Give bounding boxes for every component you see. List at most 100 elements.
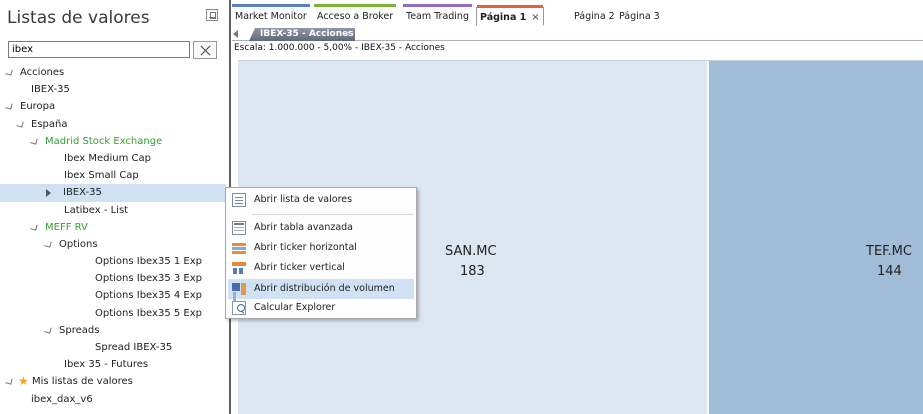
star-icon: ★ bbox=[18, 374, 29, 389]
tree-node[interactable]: ★ Mis listas de valores bbox=[0, 373, 226, 390]
tab-team-trading[interactable]: Team Trading bbox=[403, 4, 472, 26]
tree-node-label: Ibex Medium Cap bbox=[64, 152, 151, 164]
tree-node-label: Options Ibex35 4 Exp bbox=[95, 290, 202, 302]
tree-node[interactable]: IBEX-35 bbox=[0, 81, 226, 98]
menu-item-label: Abrir tabla avanzada bbox=[254, 222, 354, 233]
menu-separator bbox=[252, 214, 414, 215]
menu-item-distribucion-volumen[interactable]: Abrir distribución de volumen bbox=[228, 279, 414, 299]
tree-node[interactable]: Madrid Stock Exchange bbox=[0, 133, 226, 150]
tab-market-monitor[interactable]: Market Monitor bbox=[232, 4, 310, 26]
menu-item-ticker-horizontal[interactable]: Abrir ticker horizontal bbox=[228, 238, 414, 258]
tree-node-label: Options bbox=[59, 238, 98, 250]
tree-node[interactable]: Latibex - List bbox=[0, 202, 226, 219]
tree-node-label: Options Ibex35 3 Exp bbox=[95, 273, 202, 285]
tree-node-label: Acciones bbox=[20, 67, 65, 78]
tile-tef-mc[interactable]: TEF.MC 144 bbox=[708, 61, 923, 414]
tab-label: Team Trading bbox=[406, 11, 469, 22]
tree-node[interactable]: España bbox=[0, 116, 226, 133]
tree-node-label: España bbox=[31, 118, 68, 130]
tree-node-label: Ibex Small Cap bbox=[64, 170, 139, 182]
menu-item-abrir-lista[interactable]: Abrir lista de valores bbox=[228, 190, 414, 210]
tree-node-label: Ibex 35 - Futures bbox=[64, 359, 149, 371]
expanded-arrow-icon[interactable] bbox=[30, 137, 38, 145]
panel-title: Listas de valores bbox=[7, 8, 150, 28]
tile-value: 183 bbox=[460, 264, 485, 279]
value-list-tree: Acciones IBEX-35 Europa España Madrid Stock … bbox=[0, 64, 226, 408]
tab-label: Market Monitor bbox=[235, 11, 307, 22]
tab-pagina-2[interactable]: Página 2 bbox=[571, 7, 618, 26]
tile-value: 144 bbox=[877, 264, 902, 279]
tree-node-label: Madrid Stock Exchange bbox=[45, 135, 163, 147]
expanded-arrow-icon[interactable] bbox=[5, 68, 13, 76]
tree-node[interactable]: Acciones bbox=[0, 64, 226, 81]
tree-node-label: Mis listas de valores bbox=[32, 376, 133, 388]
menu-item-label: Abrir distribución de volumen bbox=[254, 283, 395, 294]
tab-pagina-1[interactable]: Página 1 × bbox=[476, 5, 544, 26]
tab-label: Página 1 bbox=[480, 12, 527, 23]
tab-acceso-a-broker[interactable]: Acceso a Broker bbox=[314, 4, 397, 26]
expanded-arrow-icon[interactable] bbox=[16, 119, 24, 128]
collapsed-arrow-icon[interactable] bbox=[46, 189, 51, 198]
menu-item-label: Abrir lista de valores bbox=[254, 194, 353, 205]
horizontal-ticker-icon bbox=[232, 241, 246, 255]
tree-node-label: MEFF RV bbox=[45, 221, 88, 233]
tree-node-label: Spread IBEX-35 bbox=[95, 342, 173, 353]
tree-node[interactable]: Options bbox=[0, 236, 226, 253]
workspace-tabbar: Market Monitor Acceso a Broker Team Trad… bbox=[232, 0, 923, 28]
menu-item-abrir-tabla[interactable]: Abrir tabla avanzada bbox=[228, 218, 414, 238]
tree-node[interactable]: Options Ibex35 3 Exp bbox=[0, 270, 226, 287]
pin-icon[interactable] bbox=[206, 9, 218, 21]
tab-color-strip bbox=[477, 5, 543, 8]
search-input[interactable] bbox=[8, 41, 190, 58]
tile-ticker: SAN.MC bbox=[445, 244, 497, 259]
expanded-arrow-icon[interactable] bbox=[5, 102, 13, 111]
tab-label: Página 2 bbox=[574, 11, 615, 22]
table-icon bbox=[232, 221, 246, 235]
document-tabstrip: IBEX-35 - Acciones × bbox=[232, 27, 923, 41]
tab-color-strip bbox=[403, 4, 472, 7]
expanded-arrow-icon[interactable] bbox=[5, 377, 13, 386]
tab-pagina-3[interactable]: Página 3 bbox=[616, 7, 663, 26]
context-menu: Abrir lista de valores Abrir tabla avanz… bbox=[225, 187, 417, 319]
tree-node[interactable]: Ibex Medium Cap bbox=[0, 150, 226, 167]
tree-node-label: Spreads bbox=[59, 324, 100, 336]
tree-node[interactable]: Spreads bbox=[0, 322, 226, 339]
expanded-arrow-icon[interactable] bbox=[30, 223, 38, 231]
menu-item-ticker-vertical[interactable]: Abrir ticker vertical bbox=[228, 258, 414, 278]
tree-node[interactable]: IBEX-35 bbox=[0, 184, 226, 202]
explorer-icon bbox=[232, 301, 246, 315]
vertical-ticker-icon bbox=[232, 261, 246, 275]
tree-node-label: ibex_dax_v6 bbox=[31, 393, 93, 405]
tree-node-label: Latibex - List bbox=[64, 204, 129, 216]
value-lists-panel: Listas de valores Acciones IBEX-35 Europa E… bbox=[0, 0, 226, 414]
menu-item-label: Calcular Explorer bbox=[254, 302, 336, 313]
tree-node[interactable]: MEFF RV bbox=[0, 219, 226, 236]
tree-node[interactable]: ibex_dax_v6 bbox=[0, 391, 226, 408]
tree-node[interactable]: Options Ibex35 1 Exp bbox=[0, 253, 226, 270]
tree-node-label: IBEX-35 bbox=[63, 187, 102, 199]
close-icon bbox=[199, 44, 212, 57]
volume-distribution-icon bbox=[232, 282, 246, 296]
tab-label: Acceso a Broker bbox=[317, 11, 394, 22]
tree-node[interactable]: Spread IBEX-35 bbox=[0, 339, 226, 356]
menu-item-label: Abrir ticker vertical bbox=[254, 262, 345, 273]
tree-node[interactable]: Ibex 35 - Futures bbox=[0, 356, 226, 373]
tree-node[interactable]: Europa bbox=[0, 98, 226, 115]
tab-close-icon[interactable]: × bbox=[531, 12, 539, 23]
document-tab-label: IBEX-35 - Acciones bbox=[260, 29, 354, 39]
menu-item-calcular-explorer[interactable]: Calcular Explorer bbox=[228, 298, 414, 318]
expanded-arrow-icon[interactable] bbox=[44, 240, 52, 248]
document-tab-ibex35-acciones[interactable]: IBEX-35 - Acciones × bbox=[249, 28, 355, 41]
tree-node[interactable]: Options Ibex35 5 Exp bbox=[0, 305, 226, 322]
tree-node-label: Options Ibex35 5 Exp bbox=[95, 307, 202, 319]
expanded-arrow-icon[interactable] bbox=[44, 326, 52, 334]
tree-node[interactable]: Ibex Small Cap bbox=[0, 167, 226, 184]
clear-search-button[interactable] bbox=[193, 41, 217, 59]
list-icon bbox=[232, 193, 246, 207]
tree-node-label: Options Ibex35 1 Exp bbox=[95, 256, 202, 268]
tab-color-strip bbox=[232, 4, 310, 7]
tree-node[interactable]: Options Ibex35 4 Exp bbox=[0, 287, 226, 304]
document-tab-close-icon[interactable]: × bbox=[343, 28, 351, 41]
tree-node-label: IBEX-35 bbox=[31, 84, 70, 96]
scroll-left-icon[interactable] bbox=[233, 30, 238, 38]
